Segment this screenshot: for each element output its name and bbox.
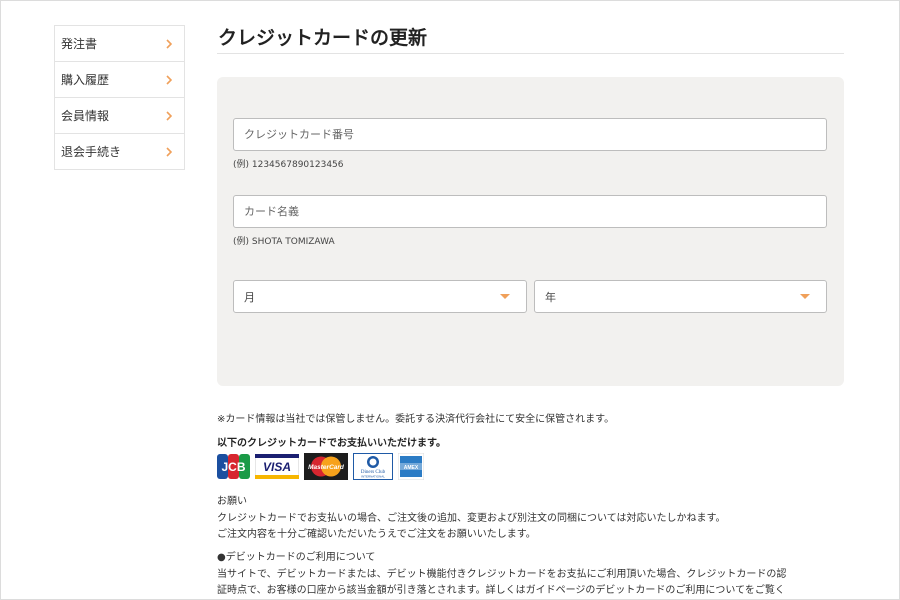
expiry-month-select[interactable]: 月 bbox=[233, 280, 527, 313]
amex-logo-text: AMEX bbox=[404, 465, 419, 471]
chevron-right-icon bbox=[164, 38, 174, 50]
sidebar-item-order-form[interactable]: 発注書 bbox=[55, 26, 184, 62]
chevron-right-icon bbox=[164, 110, 174, 122]
diners-logo-subtext: INTERNATIONAL bbox=[361, 475, 385, 479]
sidebar-item-withdrawal[interactable]: 退会手続き bbox=[55, 134, 184, 170]
mastercard-logo-text: MasterCard bbox=[308, 464, 345, 471]
debit-card-title: ●デビットカードのご利用について bbox=[217, 552, 376, 563]
mastercard-logo: MasterCard bbox=[304, 453, 348, 480]
request-text-line1: クレジットカードでお支払いの場合、ご注文後の追加、変更および別注文の同梱について… bbox=[217, 513, 726, 524]
sidebar-nav: 発注書 購入履歴 会員情報 退会手続き bbox=[54, 25, 185, 170]
expiry-year-label: 年 bbox=[545, 290, 556, 304]
diners-logo: Diners Club INTERNATIONAL bbox=[353, 453, 393, 480]
debit-card-text-line2: 証時点で、お客様の口座から該当金額が引き落とされます。詳しくはガイドページのデビ… bbox=[217, 585, 785, 596]
accepted-cards-heading: 以下のクレジットカードでお支払いいただけます。 bbox=[217, 438, 446, 449]
sidebar-item-member-info[interactable]: 会員情報 bbox=[55, 98, 184, 134]
expiry-month-label: 月 bbox=[244, 290, 255, 304]
card-number-hint: (例) 1234567890123456 bbox=[233, 160, 344, 170]
credit-card-form: (例) 1234567890123456 (例) SHOTA TOMIZAWA … bbox=[217, 77, 844, 386]
page-title: クレジットカードの更新 bbox=[218, 27, 428, 49]
title-divider bbox=[217, 53, 844, 54]
caret-down-icon bbox=[500, 294, 510, 299]
jcb-logo-text: JCB bbox=[221, 460, 245, 474]
amex-logo: AMEX bbox=[398, 453, 424, 480]
debit-card-text-line1: 当サイトで、デビットカードまたは、デビット機能付きクレジットカードをお支払にご利… bbox=[217, 569, 787, 580]
request-title: お願い bbox=[217, 496, 247, 507]
chevron-right-icon bbox=[164, 74, 174, 86]
caret-down-icon bbox=[800, 294, 810, 299]
visa-logo-text: VISA bbox=[263, 460, 291, 474]
sidebar-item-label: 発注書 bbox=[61, 37, 98, 51]
accepted-card-logos: JCB VISA MasterCard Diners Club INTERNAT… bbox=[217, 453, 424, 480]
card-number-input[interactable] bbox=[233, 118, 827, 151]
chevron-right-icon bbox=[164, 146, 174, 158]
request-text-line2: ご注文内容を十分ご確認いただいたうえでご注文をお願いいたします。 bbox=[217, 529, 536, 540]
storage-notice: ※カード情報は当社では保管しません。委託する決済代行会社にて安全に保管されます。 bbox=[217, 414, 615, 425]
sidebar-item-label: 購入履歴 bbox=[61, 73, 110, 87]
card-name-hint: (例) SHOTA TOMIZAWA bbox=[233, 237, 335, 247]
sidebar-item-label: 退会手続き bbox=[61, 145, 122, 159]
card-name-input[interactable] bbox=[233, 195, 827, 228]
visa-logo: VISA bbox=[255, 453, 299, 480]
jcb-logo: JCB bbox=[217, 453, 250, 480]
sidebar-item-purchase-history[interactable]: 購入履歴 bbox=[55, 62, 184, 98]
sidebar-item-label: 会員情報 bbox=[61, 109, 110, 123]
expiry-year-select[interactable]: 年 bbox=[534, 280, 827, 313]
